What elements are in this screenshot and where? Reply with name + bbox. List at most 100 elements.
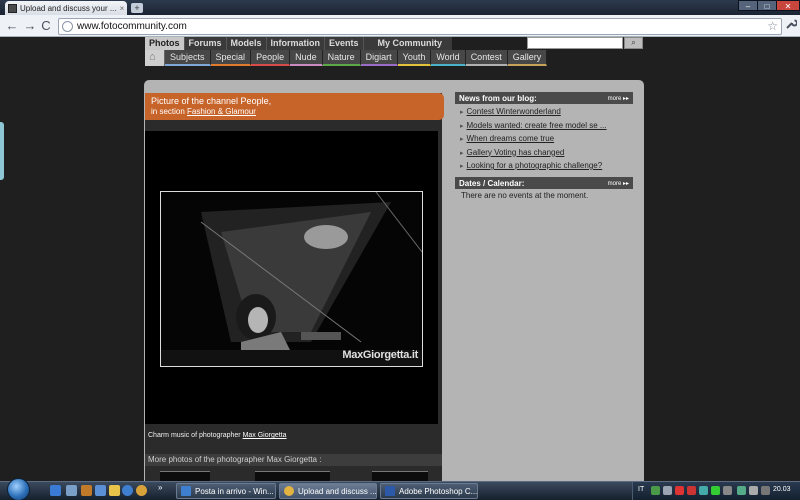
tray-app-icon[interactable] — [663, 486, 672, 495]
tab-title: Upload and discuss your ... — [20, 3, 117, 13]
blog-link[interactable]: Gallery Voting has changed — [467, 148, 565, 157]
site-search-button[interactable]: ⌕ — [624, 37, 643, 49]
reload-button[interactable]: C — [38, 18, 54, 34]
task-label: Posta in arrivo - Win... — [195, 486, 274, 496]
wrench-menu-icon[interactable] — [784, 18, 798, 35]
photo-watermark: MaxGiorgetta.it — [342, 349, 418, 361]
home-icon: ⌂ — [149, 51, 156, 63]
channel-digiart[interactable]: Digiart — [360, 50, 398, 66]
featured-photo[interactable]: MaxGiorgetta.it — [160, 191, 423, 367]
photoshop-icon — [385, 486, 395, 496]
tab-close-icon[interactable]: × — [117, 4, 127, 13]
chrome-icon — [284, 486, 294, 496]
bullet-arrow-icon: ▸ — [460, 122, 464, 130]
list-item: ▸ Looking for a photographic challenge? — [460, 160, 607, 174]
calendar-more-link[interactable]: more ▸▸ — [608, 180, 629, 187]
tray-power-icon[interactable] — [761, 486, 770, 495]
tray-wifi-icon[interactable] — [737, 486, 746, 495]
home-button[interactable]: ⌂ — [145, 50, 165, 66]
blog-link[interactable]: When dreams come true — [467, 134, 555, 143]
channel-youth[interactable]: Youth — [397, 50, 432, 66]
tray-network-icon[interactable] — [651, 486, 660, 495]
bullet-arrow-icon: ▸ — [460, 149, 464, 157]
channel-world[interactable]: World — [431, 50, 466, 66]
nav-my-community[interactable]: My Community — [363, 37, 453, 50]
minimize-button[interactable]: – — [738, 0, 758, 11]
channel-special[interactable]: Special — [210, 50, 252, 66]
tray-shield-icon[interactable] — [723, 486, 732, 495]
site-search-input[interactable] — [527, 37, 623, 49]
tray-status-icon[interactable] — [711, 486, 720, 495]
browser-toolbar: ← → C www.fotocommunity.com ☆ — [0, 15, 800, 37]
globe-icon — [62, 21, 73, 32]
list-item: ▸ When dreams come true — [460, 133, 607, 147]
nav-information[interactable]: Information — [266, 37, 326, 50]
clock[interactable]: 20.03 — [773, 486, 791, 493]
close-window-button[interactable]: ✕ — [776, 0, 800, 11]
quicklaunch-ie-icon[interactable] — [122, 485, 133, 496]
quicklaunch-chrome-icon[interactable] — [136, 485, 147, 496]
calendar-title: Dates / Calendar: — [459, 178, 525, 188]
task-label: Upload and discuss ... — [298, 486, 376, 496]
more-photos-header: More photos of the photographer Max Gior… — [145, 454, 442, 466]
back-button[interactable]: ← — [4, 18, 20, 34]
mail-icon — [181, 486, 191, 496]
blog-more-link[interactable]: more ▸▸ — [608, 95, 629, 102]
channel-nature[interactable]: Nature — [322, 50, 361, 66]
quicklaunch-media-icon[interactable] — [81, 485, 92, 496]
tray-volume-icon[interactable] — [749, 486, 758, 495]
channel-header: Picture of the channel People, in sectio… — [145, 93, 444, 120]
list-item: ▸ Gallery Voting has changed — [460, 147, 607, 161]
quicklaunch-desktop-icon[interactable] — [50, 485, 61, 496]
taskbar-task-browser[interactable]: Upload and discuss ... — [279, 483, 377, 499]
browser-tab[interactable]: Upload and discuss your ... × — [5, 1, 127, 15]
channel-nude[interactable]: Nude — [290, 50, 323, 66]
list-item: ▸ Contest Winterwonderland — [460, 106, 607, 120]
maximize-button[interactable]: □ — [757, 0, 777, 11]
list-item: ▸ Models wanted: create free model se ... — [460, 120, 607, 134]
channel-people[interactable]: People — [251, 50, 291, 66]
nav-models[interactable]: Models — [226, 37, 267, 50]
quicklaunch-window-icon[interactable] — [66, 485, 77, 496]
bullet-arrow-icon: ▸ — [460, 163, 464, 170]
section-link[interactable]: Fashion & Glamour — [187, 107, 256, 116]
tray-alert-icon[interactable] — [687, 486, 696, 495]
main-nav: Photos Forums Models Information Events … — [145, 37, 453, 50]
channel-nav: ⌂ Subjects Special People Nude Nature Di… — [145, 50, 548, 66]
task-label: Adobe Photoshop C... — [399, 486, 477, 496]
side-panel-tab[interactable] — [0, 122, 4, 180]
section-prefix: in section — [151, 107, 185, 116]
blog-link[interactable]: Contest Winterwonderland — [467, 107, 561, 116]
taskbar-task-photoshop[interactable]: Adobe Photoshop C... — [380, 483, 478, 499]
tray-antivirus-icon[interactable] — [675, 486, 684, 495]
quicklaunch-app-icon[interactable] — [95, 485, 106, 496]
forward-button[interactable]: → — [22, 18, 38, 34]
nav-photos[interactable]: Photos — [145, 37, 185, 50]
channel-title: Picture of the channel People, — [151, 96, 272, 106]
address-bar[interactable]: www.fotocommunity.com ☆ — [58, 18, 782, 35]
calendar-empty-text: There are no events at the moment. — [461, 191, 589, 200]
channel-contest[interactable]: Contest — [465, 50, 508, 66]
channel-subjects[interactable]: Subjects — [165, 50, 211, 66]
channel-section: in section Fashion & Glamour — [151, 107, 438, 117]
url-text[interactable]: www.fotocommunity.com — [77, 21, 187, 32]
nav-forums[interactable]: Forums — [184, 37, 227, 50]
quicklaunch-more-icon[interactable]: » — [158, 483, 162, 492]
new-tab-button[interactable]: + — [131, 3, 143, 13]
photo-caption: Charm music of photographer Max Giorgett… — [148, 432, 287, 439]
blog-link[interactable]: Models wanted: create free model se ... — [467, 121, 607, 130]
taskbar-task-mail[interactable]: Posta in arrivo - Win... — [176, 483, 276, 499]
tray-sync-icon[interactable] — [699, 486, 708, 495]
language-indicator[interactable]: IT — [638, 486, 644, 493]
favicon-icon — [8, 3, 17, 13]
nav-events[interactable]: Events — [325, 37, 364, 50]
channel-gallery[interactable]: Gallery — [507, 50, 548, 66]
quicklaunch-folder-icon[interactable] — [109, 485, 120, 496]
photographer-link[interactable]: Max Giorgetta — [243, 432, 287, 439]
bullet-arrow-icon: ▸ — [460, 109, 464, 116]
start-button[interactable] — [7, 478, 30, 500]
blog-link[interactable]: Looking for a photographic challenge? — [467, 161, 603, 170]
bookmark-star-icon[interactable]: ☆ — [767, 19, 778, 33]
blog-list: ▸ Contest Winterwonderland ▸ Models wanted… — [460, 106, 607, 174]
blog-title: News from our blog: — [459, 93, 537, 103]
